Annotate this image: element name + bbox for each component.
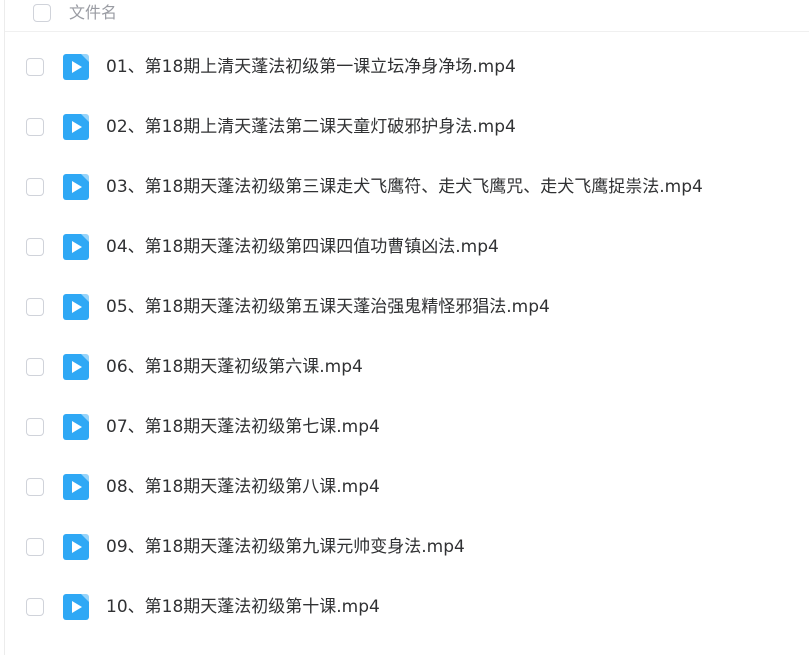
file-row[interactable]: 03、第18期天蓬法初级第三课走犬飞鹰符、走犬飞鹰咒、走犬飞鹰捉祟法.mp4 [5,152,809,212]
file-row[interactable]: 01、第18期上清天蓬法初级第一课立坛净身净场.mp4 [5,32,809,92]
row-checkbox[interactable] [26,598,44,616]
column-header-filename[interactable]: 文件名 [69,3,117,23]
file-name[interactable]: 05、第18期天蓬法初级第五课天蓬治强鬼精怪邪猖法.mp4 [106,296,550,318]
file-name[interactable]: 04、第18期天蓬法初级第四课四值功曹镇凶法.mp4 [106,236,499,258]
file-name[interactable]: 02、第18期上清天蓬法第二课天童灯破邪护身法.mp4 [106,116,516,138]
video-file-icon [63,234,89,260]
row-checkbox[interactable] [26,58,44,76]
video-file-icon [63,534,89,560]
video-file-icon [63,354,89,380]
row-checkbox[interactable] [26,418,44,436]
file-name[interactable]: 08、第18期天蓬法初级第八课.mp4 [106,476,380,498]
file-name[interactable]: 10、第18期天蓬法初级第十课.mp4 [106,596,380,618]
row-checkbox[interactable] [26,538,44,556]
video-file-icon [63,294,89,320]
file-name[interactable]: 01、第18期上清天蓬法初级第一课立坛净身净场.mp4 [106,56,516,78]
row-checkbox[interactable] [26,358,44,376]
file-name[interactable]: 06、第18期天蓬初级第六课.mp4 [106,356,363,378]
file-list: 文件名 01、第18期上清天蓬法初级第一课立坛净身净场.mp4 02、第18期上… [4,0,809,655]
file-rows: 01、第18期上清天蓬法初级第一课立坛净身净场.mp4 02、第18期上清天蓬法… [5,32,809,632]
row-checkbox[interactable] [26,178,44,196]
file-row[interactable]: 06、第18期天蓬初级第六课.mp4 [5,332,809,392]
row-checkbox[interactable] [26,298,44,316]
video-file-icon [63,114,89,140]
row-checkbox[interactable] [26,118,44,136]
video-file-icon [63,174,89,200]
video-file-icon [63,474,89,500]
row-checkbox[interactable] [26,238,44,256]
file-row[interactable]: 05、第18期天蓬法初级第五课天蓬治强鬼精怪邪猖法.mp4 [5,272,809,332]
file-name[interactable]: 03、第18期天蓬法初级第三课走犬飞鹰符、走犬飞鹰咒、走犬飞鹰捉祟法.mp4 [106,176,703,198]
list-header: 文件名 [5,0,809,32]
file-row[interactable]: 02、第18期上清天蓬法第二课天童灯破邪护身法.mp4 [5,92,809,152]
video-file-icon [63,414,89,440]
file-row[interactable]: 09、第18期天蓬法初级第九课元帅变身法.mp4 [5,512,809,572]
file-row[interactable]: 07、第18期天蓬法初级第七课.mp4 [5,392,809,452]
file-row[interactable]: 04、第18期天蓬法初级第四课四值功曹镇凶法.mp4 [5,212,809,272]
video-file-icon [63,594,89,620]
video-file-icon [63,54,89,80]
file-name[interactable]: 09、第18期天蓬法初级第九课元帅变身法.mp4 [106,536,465,558]
select-all-checkbox[interactable] [33,4,51,22]
file-name[interactable]: 07、第18期天蓬法初级第七课.mp4 [106,416,380,438]
row-checkbox[interactable] [26,478,44,496]
file-row[interactable]: 08、第18期天蓬法初级第八课.mp4 [5,452,809,512]
file-row[interactable]: 10、第18期天蓬法初级第十课.mp4 [5,572,809,632]
